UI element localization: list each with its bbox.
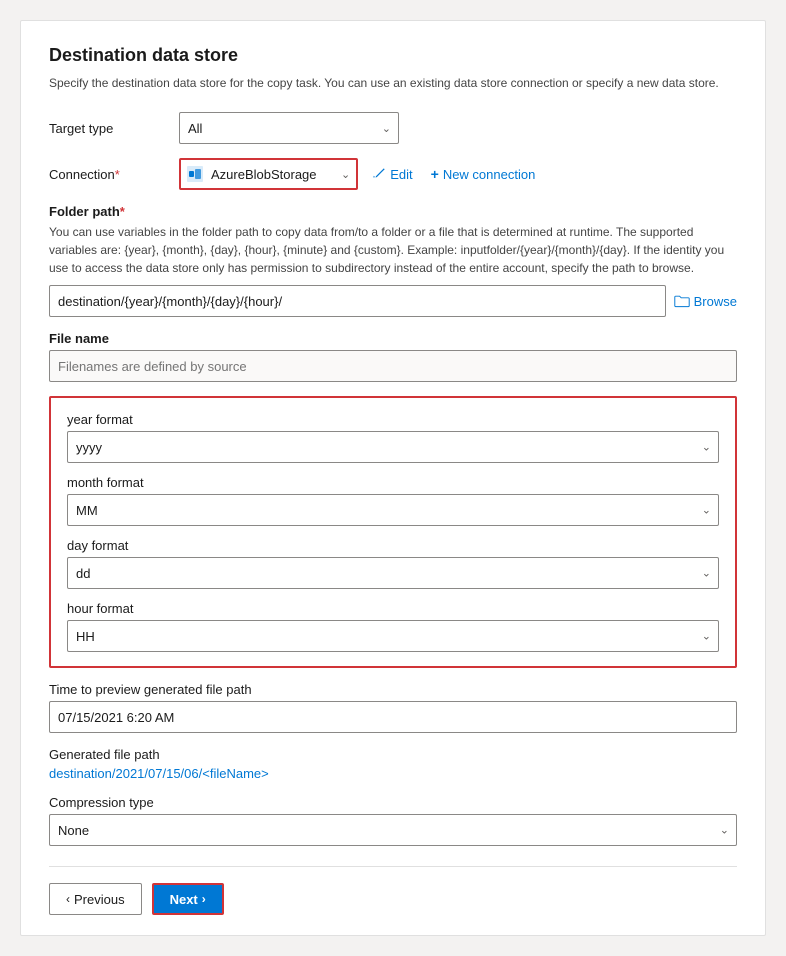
connection-select[interactable]: AzureBlobStorage xyxy=(203,159,341,189)
hour-format-select[interactable]: HH xyxy=(67,620,719,652)
hour-format-label: hour format xyxy=(67,601,719,616)
next-chevron-icon: › xyxy=(202,892,206,906)
previous-chevron-icon: ‹ xyxy=(66,892,70,906)
panel-description: Specify the destination data store for t… xyxy=(49,74,737,92)
next-button[interactable]: Next › xyxy=(152,883,224,915)
file-name-label: File name xyxy=(49,331,737,346)
azure-blob-icon xyxy=(187,166,203,182)
edit-icon xyxy=(372,167,386,181)
target-type-label: Target type xyxy=(49,121,179,136)
connection-chevron-icon: ⌄ xyxy=(341,168,356,181)
edit-button[interactable]: Edit xyxy=(368,167,416,182)
compression-label: Compression type xyxy=(49,795,737,810)
folder-path-label: Folder path* xyxy=(49,204,737,219)
year-format-label: year format xyxy=(67,412,719,427)
year-format-select-wrapper: yyyy ⌄ xyxy=(67,431,719,463)
month-format-label: month format xyxy=(67,475,719,490)
day-format-select-wrapper: dd ⌄ xyxy=(67,557,719,589)
footer-divider xyxy=(49,866,737,867)
target-type-select-wrapper: All ⌄ xyxy=(179,112,399,144)
preview-label: Time to preview generated file path xyxy=(49,682,737,697)
browse-button[interactable]: Browse xyxy=(674,294,737,309)
target-type-control: All ⌄ xyxy=(179,112,737,144)
preview-input[interactable] xyxy=(49,701,737,733)
folder-path-input[interactable] xyxy=(49,285,666,317)
connection-control: AzureBlobStorage ⌄ Edit + New connection xyxy=(179,158,737,190)
compression-select-wrapper: None ⌄ xyxy=(49,814,737,846)
target-type-row: Target type All ⌄ xyxy=(49,112,737,144)
panel-title: Destination data store xyxy=(49,45,737,66)
day-format-row: day format dd ⌄ xyxy=(67,538,719,589)
generated-section: Generated file path destination/2021/07/… xyxy=(49,747,737,781)
month-format-row: month format MM ⌄ xyxy=(67,475,719,526)
generated-label: Generated file path xyxy=(49,747,737,762)
day-format-select[interactable]: dd xyxy=(67,557,719,589)
hour-format-select-wrapper: HH ⌄ xyxy=(67,620,719,652)
compression-section: Compression type None ⌄ xyxy=(49,795,737,846)
preview-section: Time to preview generated file path xyxy=(49,682,737,733)
generated-value: destination/2021/07/15/06/<fileName> xyxy=(49,766,737,781)
footer: ‹ Previous Next › xyxy=(49,883,737,915)
connection-row: Connection* AzureBlobStorage ⌄ Edit + xyxy=(49,158,737,190)
previous-button[interactable]: ‹ Previous xyxy=(49,883,142,915)
file-name-section: File name xyxy=(49,331,737,382)
folder-path-description: You can use variables in the folder path… xyxy=(49,223,737,277)
plus-icon: + xyxy=(431,166,439,182)
connection-label: Connection* xyxy=(49,167,179,182)
hour-format-row: hour format HH ⌄ xyxy=(67,601,719,652)
month-format-select-wrapper: MM ⌄ xyxy=(67,494,719,526)
browse-icon xyxy=(674,294,690,308)
target-type-select[interactable]: All xyxy=(179,112,399,144)
file-name-input[interactable] xyxy=(49,350,737,382)
day-format-label: day format xyxy=(67,538,719,553)
year-format-row: year format yyyy ⌄ xyxy=(67,412,719,463)
compression-select[interactable]: None xyxy=(49,814,737,846)
connection-select-wrapper: AzureBlobStorage ⌄ xyxy=(179,158,358,190)
format-box: year format yyyy ⌄ month format MM ⌄ day… xyxy=(49,396,737,668)
month-format-select[interactable]: MM xyxy=(67,494,719,526)
folder-path-row: Browse xyxy=(49,285,737,317)
new-connection-button[interactable]: + New connection xyxy=(427,166,540,182)
folder-path-section: Folder path* You can use variables in th… xyxy=(49,204,737,317)
destination-data-store-panel: Destination data store Specify the desti… xyxy=(20,20,766,936)
year-format-select[interactable]: yyyy xyxy=(67,431,719,463)
